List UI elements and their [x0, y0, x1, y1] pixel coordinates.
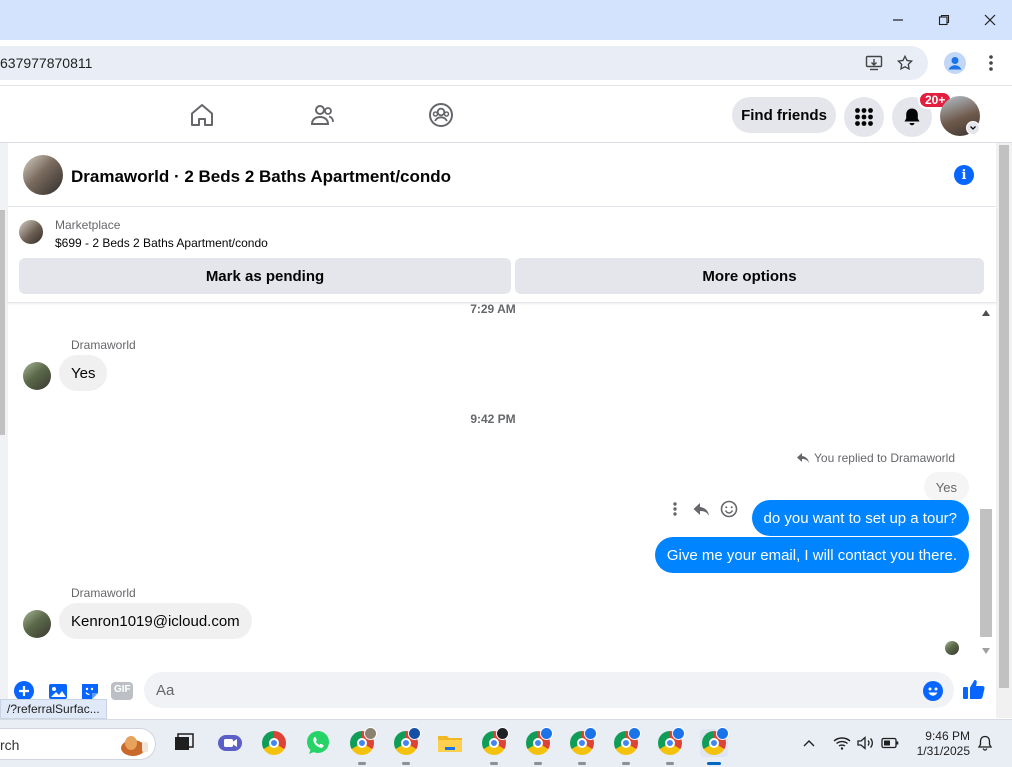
plus-icon[interactable] — [14, 681, 34, 701]
incoming-message[interactable]: Yes — [59, 355, 108, 391]
maximize-button[interactable] — [932, 8, 956, 32]
browser-toolbar: 637977870811 — [0, 40, 1012, 86]
chrome-profile-app-icon[interactable] — [656, 727, 685, 765]
groups-icon[interactable] — [427, 101, 455, 129]
show-hidden-icons-icon[interactable] — [803, 738, 815, 748]
whatsapp-icon[interactable] — [304, 729, 332, 757]
file-explorer-icon[interactable] — [436, 729, 464, 757]
message-input[interactable] — [144, 672, 954, 708]
chrome-profile-app-icon[interactable] — [348, 727, 377, 765]
chrome-profile-app-icon[interactable] — [568, 727, 597, 765]
clock-date: 1/31/2025 — [916, 744, 970, 758]
clock-time: 9:46 PM — [925, 729, 970, 743]
message-actions — [668, 500, 738, 518]
message-list: 7:29 AM Dramaworld Yes 9:42 PM You repli… — [8, 302, 996, 660]
close-icon — [984, 14, 996, 26]
clock[interactable]: 9:46 PM 1/31/2025 — [908, 729, 970, 759]
mark-as-pending-button[interactable]: Mark as pending — [19, 258, 511, 294]
page-scrollbar[interactable] — [996, 143, 1012, 718]
sender-name: Dramaworld — [71, 338, 136, 352]
more-vertical-icon[interactable] — [668, 501, 682, 517]
sticker-icon[interactable] — [80, 681, 100, 701]
marketplace-banner: Marketplace $699 - 2 Beds 2 Baths Apartm… — [8, 207, 996, 303]
timestamp: 9:42 PM — [470, 412, 516, 426]
friends-icon[interactable] — [308, 101, 336, 129]
reply-arrow-icon[interactable] — [692, 501, 710, 517]
incoming-message[interactable]: Kenron1019@icloud.com — [59, 603, 252, 639]
sender-avatar[interactable] — [23, 610, 51, 638]
task-view-icon[interactable] — [170, 729, 198, 757]
outgoing-message[interactable]: do you want to set up a tour? — [751, 500, 969, 536]
outgoing-message[interactable]: Give me your email, I will contact you t… — [654, 537, 969, 573]
marketplace-item[interactable]: $699 - 2 Beds 2 Baths Apartment/condo — [55, 236, 268, 250]
gif-icon[interactable]: GIF — [111, 681, 133, 701]
restore-icon — [938, 14, 950, 26]
find-friends-button[interactable]: Find friends — [732, 97, 836, 133]
quoted-message[interactable]: Yes — [923, 472, 969, 502]
close-button[interactable] — [978, 8, 1002, 32]
address-bar[interactable]: 637977870811 — [0, 46, 928, 80]
battery-icon[interactable] — [881, 737, 899, 749]
facebook-topnav: Find friends 20+ — [0, 87, 1012, 143]
chat-title[interactable]: Dramaworld · 2 Beds 2 Baths Apartment/co… — [71, 167, 451, 187]
chrome-profile-app-icon[interactable] — [612, 727, 641, 765]
scroll-up-icon[interactable] — [982, 310, 990, 316]
chrome-profile-app-icon[interactable] — [524, 727, 553, 765]
chrome-profile-app-icon[interactable] — [480, 727, 509, 765]
menu-grid-button[interactable] — [844, 97, 884, 137]
windows-taskbar: rch 9:46 PM 1/31/2025 — [0, 719, 1012, 767]
url-text: 637977870811 — [0, 55, 93, 71]
message-scrollbar[interactable] — [978, 303, 994, 660]
minimize-icon — [893, 19, 903, 21]
status-url-tooltip: /?referralSurfac... — [0, 699, 107, 719]
like-thumbs-up-icon[interactable] — [962, 677, 986, 701]
message-scrollbar-thumb[interactable] — [980, 509, 992, 637]
gif-label: GIF — [114, 684, 131, 695]
bell-icon — [904, 108, 920, 126]
chrome-menu-icon[interactable] — [979, 51, 1003, 75]
left-scrollbar-thumb[interactable] — [0, 210, 5, 435]
marketplace-thumbnail — [19, 220, 43, 244]
install-app-icon[interactable] — [862, 51, 886, 75]
scroll-down-icon[interactable] — [982, 648, 990, 654]
marketplace-label: Marketplace — [55, 218, 121, 232]
left-page-background — [0, 143, 8, 703]
timestamp: 7:29 AM — [470, 302, 516, 316]
reply-note-text: You replied to Dramaworld — [814, 451, 955, 465]
home-icon[interactable] — [188, 101, 216, 129]
info-icon[interactable]: i — [954, 165, 974, 185]
read-receipt-avatar — [945, 641, 959, 655]
chrome-active-app-icon[interactable] — [700, 727, 729, 765]
page-scrollbar-thumb[interactable] — [999, 145, 1009, 688]
message-composer: GIF — [8, 660, 996, 708]
chat-header: Dramaworld · 2 Beds 2 Baths Apartment/co… — [8, 143, 996, 207]
sender-name: Dramaworld — [71, 586, 136, 600]
notification-bell-icon[interactable] — [977, 735, 993, 752]
bookmark-star-icon[interactable] — [893, 51, 917, 75]
account-chevron-down-icon[interactable] — [966, 121, 980, 135]
minimize-button[interactable] — [886, 8, 910, 32]
taskbar-search-text: rch — [0, 737, 20, 753]
chrome-profile-app-icon[interactable] — [392, 727, 421, 765]
more-options-button[interactable]: More options — [515, 258, 984, 294]
reply-note: You replied to Dramaworld — [796, 451, 955, 465]
menu-grid-icon — [855, 108, 873, 126]
reply-icon — [797, 453, 810, 463]
emoji-icon[interactable] — [923, 681, 943, 701]
listing-thumbnail[interactable] — [23, 155, 63, 195]
sender-avatar[interactable] — [23, 362, 51, 390]
meet-icon[interactable] — [216, 729, 244, 757]
wifi-icon[interactable] — [833, 736, 851, 750]
react-smiley-icon[interactable] — [720, 500, 738, 518]
photo-icon[interactable] — [48, 681, 68, 701]
chrome-app-icon[interactable] — [260, 729, 288, 757]
taskbar-search[interactable]: rch — [0, 728, 156, 760]
chat-window: Dramaworld · 2 Beds 2 Baths Apartment/co… — [8, 143, 996, 708]
profile-icon[interactable] — [943, 51, 967, 75]
search-highlight-icon — [121, 736, 148, 756]
browser-titlebar — [0, 0, 1012, 40]
volume-icon[interactable] — [857, 736, 875, 750]
